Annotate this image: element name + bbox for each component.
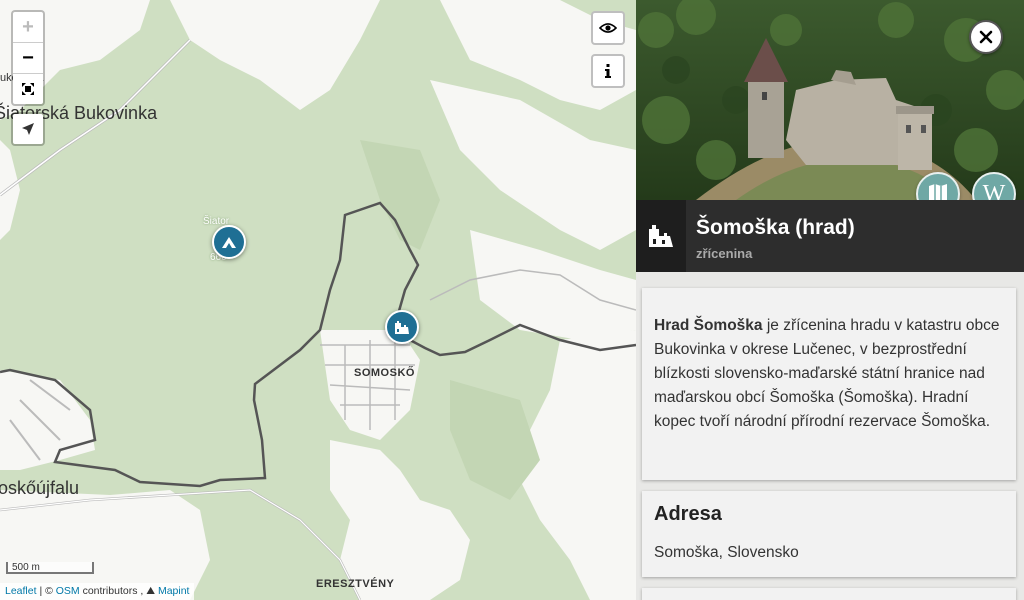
address-value: Somoška, Slovensko (654, 544, 799, 561)
castle-ruin-icon (636, 200, 686, 272)
eye-icon (599, 23, 617, 33)
description-text: Hrad Šomoška je zřícenina hradu v katast… (654, 314, 1004, 434)
zoom-in-button[interactable]: + (13, 12, 43, 43)
peak-marker[interactable] (212, 225, 246, 259)
map-view[interactable]: Šiatorská Bukovinka ukovinka SOMOSKŐ osk… (0, 0, 636, 600)
fullscreen-button[interactable] (13, 74, 43, 104)
osm-link[interactable]: OSM (56, 585, 80, 597)
zoom-control: + − (11, 10, 45, 106)
navigation-arrow-icon (22, 123, 34, 135)
locate-button[interactable] (13, 114, 43, 144)
info-button[interactable] (591, 54, 625, 88)
title-bar: Šomoška (hrad) zřícenina (636, 200, 1024, 272)
scale-bar: 500 m (6, 562, 94, 574)
next-card (642, 588, 1016, 600)
fullscreen-icon (22, 83, 34, 95)
castle-photo-image (636, 0, 1024, 200)
mapint-link[interactable]: Mapint (158, 585, 190, 597)
description-card: Hrad Šomoška je zřícenina hradu v katast… (642, 288, 1016, 480)
map-attribution: Leaflet | © OSM contributors , ⛰ Mapint (0, 583, 195, 600)
close-button[interactable] (969, 20, 1003, 54)
place-label-somoskoujfalu: oskőújfalu (0, 478, 80, 498)
place-title: Šomoška (hrad) (696, 216, 855, 239)
map-tiles (0, 0, 636, 600)
address-card: Adresa Somoška, Slovensko (642, 491, 1016, 577)
place-label-eresztveny: ERESZTVÉNY (316, 578, 395, 590)
leaflet-link[interactable]: Leaflet (5, 585, 37, 597)
attribution-sep: | © (36, 585, 56, 597)
zoom-out-button[interactable]: − (13, 43, 43, 74)
info-icon (605, 64, 611, 78)
castle-marker[interactable] (385, 310, 419, 344)
description-bold: Hrad Šomoška (654, 317, 763, 334)
mountain-icon (222, 237, 236, 248)
locate-control (11, 112, 45, 146)
layers-visibility-button[interactable] (591, 11, 625, 45)
attribution-contributors: contributors , (79, 585, 147, 597)
app-root: Šiatorská Bukovinka ukovinka SOMOSKŐ osk… (0, 0, 1024, 600)
place-category: zřícenina (696, 246, 753, 261)
address-heading: Adresa (654, 503, 722, 525)
close-icon (979, 30, 993, 44)
castle-ruin-icon (395, 321, 409, 334)
mapint-logo-icon: ⛰ (146, 585, 158, 597)
place-label-somosko: SOMOSKŐ (354, 367, 415, 379)
detail-panel: W Šomoška (hrad) zřícenina Hrad Šomoška … (636, 0, 1024, 600)
castle-photo (636, 0, 1024, 200)
